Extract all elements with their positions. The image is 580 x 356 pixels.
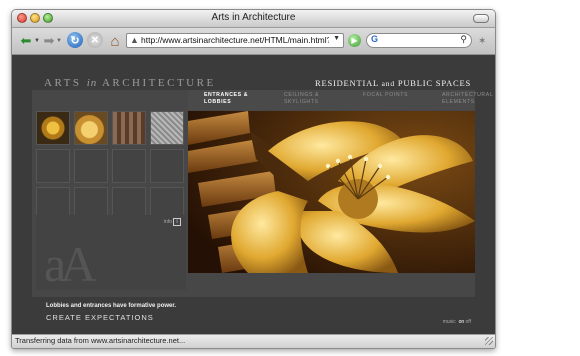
site-icon: ▲ [130,35,139,45]
info-button[interactable]: i [173,218,181,226]
music-on-button[interactable]: on [459,319,465,325]
browser-toolbar: ⬅ ▼ ➡ ▼ ↻ ✕ ⌂ ▲ http://www.artsinarchite… [12,28,495,55]
tab-label: LOBBIES [204,98,232,105]
tab-ceilings-skylights[interactable]: CEILINGS & SKYLIGHTS [284,92,319,105]
hero-image [188,111,475,273]
resize-grip-icon[interactable] [485,337,493,345]
forward-history-dropdown-icon[interactable]: ▼ [56,32,62,50]
title-bar: Arts in Architecture [12,10,495,28]
watermark-logo: aA [44,236,96,292]
status-text: Transferring data from www.artsinarchite… [15,336,186,345]
tab-label: ENTRANCES & [204,92,249,98]
status-bar: Transferring data from www.artsinarchite… [12,334,495,348]
thumbnail-empty [74,149,108,183]
home-icon[interactable]: ⌂ [106,32,124,50]
section-title-and: and [381,79,395,88]
activity-spinner-icon: ✶ [478,36,487,47]
info-label: info [163,219,172,225]
logo-word-in: in [86,77,98,89]
tab-label: SKYLIGHTS [284,98,319,105]
tab-architectural-elements[interactable]: ARCHITECTURAL ELEMENTS [442,92,493,105]
thumbnail-1[interactable] [36,111,70,145]
address-bar[interactable]: ▲ http://www.artsinarchitecture.net/HTML… [126,33,344,48]
tab-label: ELEMENTS [442,98,475,105]
thumbnail-2[interactable] [74,111,108,145]
logo-word-arts: ARTS [44,77,82,89]
info-box: info i aA [36,215,186,292]
thumbnail-3[interactable] [112,111,146,145]
web-page: ARTS in ARCHITECTURE RESIDENTIAL and PUB… [12,55,495,348]
tab-label: FOCAL POINTS [363,92,409,98]
tab-label: ARCHITECTURAL [442,92,494,98]
music-label: music [442,319,456,325]
address-input[interactable]: http://www.artsinarchitecture.net/HTML/m… [141,35,329,45]
sculpture-illustration [188,111,475,273]
section-title: RESIDENTIAL and PUBLIC SPACES [315,78,471,88]
logo-word-architecture: ARCHITECTURE [101,77,216,89]
browser-window: Arts in Architecture ⬅ ▼ ➡ ▼ ↻ ✕ ⌂ ▲ htt… [11,9,496,349]
tagline: Lobbies and entrances have formative pow… [46,303,177,309]
search-engine-icon[interactable]: G [371,34,378,44]
music-toggle: music on off [443,319,471,325]
tab-label: CEILINGS & [284,92,320,98]
site-logo[interactable]: ARTS in ARCHITECTURE [44,77,216,89]
music-off-button[interactable]: off [466,319,471,325]
content-panel: ENTRANCES & LOBBIES CEILINGS & SKYLIGHTS… [32,90,493,297]
thumbnail-4[interactable] [150,111,184,145]
site-frame: ARTS in ARCHITECTURE RESIDENTIAL and PUB… [32,65,493,332]
tab-focal-points[interactable]: FOCAL POINTS [363,92,408,99]
thumbnail-empty [150,149,184,183]
section-title-part: RESIDENTIAL [315,78,379,88]
tab-entrances-lobbies[interactable]: ENTRANCES & LOBBIES [204,92,248,105]
search-field[interactable]: G ⚲ [366,33,472,48]
stop-icon[interactable]: ✕ [87,32,103,48]
window-title: Arts in Architecture [211,12,296,23]
address-dropdown-icon[interactable]: ▼ [333,35,340,42]
category-tabs: ENTRANCES & LOBBIES CEILINGS & SKYLIGHTS… [188,90,493,110]
thumbnail-empty [112,149,146,183]
go-arrow-icon[interactable]: ▶ [348,34,361,47]
magnifier-icon[interactable]: ⚲ [460,34,467,45]
section-title-part: PUBLIC SPACES [397,78,471,88]
toolbar-toggle-button[interactable] [473,14,489,23]
reload-icon[interactable]: ↻ [67,32,83,48]
thumbnail-empty [36,149,70,183]
create-expectations-link[interactable]: CREATE EXPECTATIONS [46,313,154,322]
back-arrow-icon[interactable]: ⬅ [16,32,36,50]
